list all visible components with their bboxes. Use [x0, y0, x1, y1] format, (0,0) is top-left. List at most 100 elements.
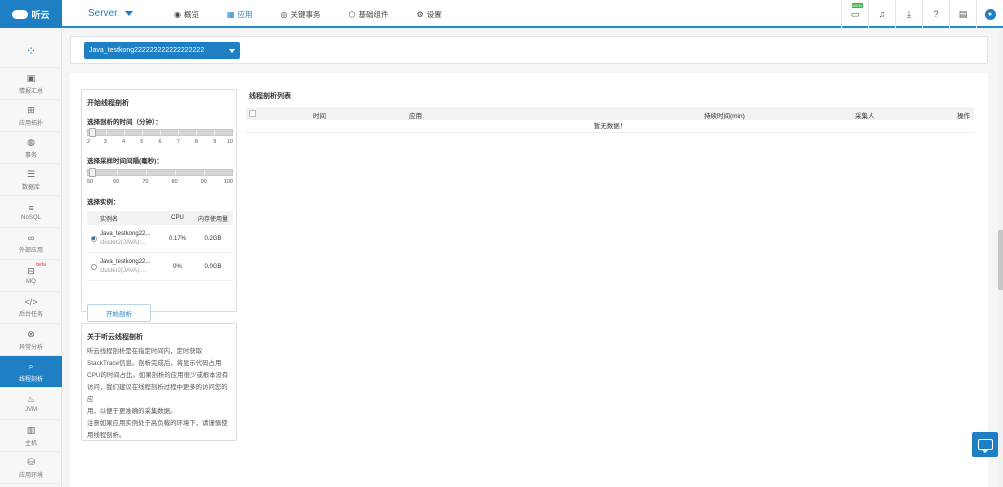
- nav-components[interactable]: ⬡ 基础组件: [335, 0, 403, 28]
- about-title: 关于听云线程剖析: [87, 334, 143, 341]
- mq-icon: ⊟ beta: [27, 262, 46, 276]
- sidebar-item-label: NoSQL: [21, 214, 41, 221]
- server-selector[interactable]: Server: [88, 8, 134, 19]
- sidebar-item-external[interactable]: ∞ 外部应用: [0, 228, 62, 260]
- sidebar-item-database[interactable]: ☰ 数据库: [0, 164, 62, 196]
- instance-cpu: 0.17%: [168, 235, 186, 242]
- nav-overview[interactable]: ◉ 概览: [160, 0, 213, 28]
- sidebar-item-label: 应用拓扑: [18, 120, 43, 127]
- interval-slider-handle[interactable]: [89, 168, 96, 177]
- document-icon: ▤: [958, 8, 968, 19]
- duration-label: 选择剖析的时间（分钟）：: [87, 119, 162, 126]
- interval-slider[interactable]: [87, 168, 233, 177]
- help-icon: ?: [933, 9, 939, 19]
- duration-ticks: 2 3 4 5 6 7 8 9 10: [87, 139, 233, 145]
- table-row[interactable]: Java_testkong22... cluster2(JAVA):... 0.1…: [87, 225, 233, 253]
- col-time: 时间: [313, 113, 326, 120]
- col-instance-name: 实例名: [100, 216, 119, 223]
- monitor-new-button[interactable]: ▭ NEW: [841, 0, 868, 28]
- apps-grid-icon: ⁘: [25, 43, 37, 58]
- sidebar-item-environment[interactable]: ⛁ 应用环境: [0, 452, 62, 484]
- sidebar-item-host[interactable]: ▥ 主机: [0, 420, 62, 452]
- nav-label: 概览: [183, 9, 199, 19]
- instance-cpu: 0%: [173, 263, 182, 270]
- brand-logo[interactable]: 听云: [0, 0, 62, 28]
- main-nav: ◉ 概览 ▦ 应用 ◎ 关键事务 ⬡ 基础组件 ⚙ 设置: [160, 0, 456, 28]
- code-icon: </>: [24, 297, 38, 307]
- nav-settings[interactable]: ⚙ 设置: [403, 0, 456, 28]
- top-bar: 听云 Server ◉ 概览 ▦ 应用 ◎ 关键事务 ⬡ 基础组件 ⚙ 设置 ▭…: [0, 0, 1003, 28]
- sidebar-item-label: 异常分析: [18, 344, 43, 351]
- instance-name: Java_testkong22...: [100, 230, 151, 237]
- sidebar-item-label: 主机: [24, 440, 37, 447]
- instance-cluster: cluster2(JAVA):...: [100, 267, 146, 274]
- app-select-value: Java_testkong222222222222222222: [89, 47, 205, 54]
- chat-button[interactable]: [972, 432, 998, 457]
- top-right-icons: ▭ NEW ♫ ⤓ ? ▤ ●: [841, 0, 1003, 28]
- beta-badge: beta: [36, 262, 46, 268]
- link-icon: ∞: [27, 233, 35, 243]
- instance-radio[interactable]: [90, 263, 97, 270]
- app-select[interactable]: Java_testkong222222222222222222: [84, 42, 240, 59]
- sidebar-apps-grid[interactable]: ⁘: [0, 36, 62, 68]
- database-icon: ☰: [26, 168, 36, 179]
- nav-label: 应用: [237, 9, 253, 19]
- instance-cluster: cluster2(JAVA):...: [100, 239, 146, 246]
- sidebar-item-jvm[interactable]: ♨ JVM: [0, 388, 62, 420]
- duration-slider-handle[interactable]: [89, 128, 96, 137]
- nav-label: 基础组件: [358, 9, 389, 19]
- summary-icon: ▣: [26, 72, 36, 83]
- sidebar-item-nosql[interactable]: ≡ NoSQL: [0, 196, 62, 228]
- environment-icon: ⛁: [27, 456, 35, 467]
- nav-key-transactions[interactable]: ◎ 关键事务: [267, 0, 335, 28]
- chevron-down-icon: [125, 11, 134, 16]
- about-text: 听云线程剖析是在指定时间内，定时获取 StackTrace信息。剖析完成后，将显…: [87, 348, 229, 439]
- sidebar-item-errors[interactable]: ⊗ 异常分析: [0, 324, 62, 356]
- start-profiling-button[interactable]: 开始剖析: [87, 304, 151, 322]
- sidebar-item-transactions[interactable]: ◍ 事务: [0, 132, 62, 164]
- duration-slider[interactable]: [87, 128, 233, 137]
- instance-label: 选择实例：: [87, 199, 120, 206]
- sidebar-item-summary[interactable]: ▣ 情报汇总: [0, 68, 62, 100]
- sidebar-item-label: 数据库: [21, 184, 40, 191]
- table-header: 实例名 CPU 内存使用量: [87, 211, 233, 225]
- table-header: 时间 应用 持续时间(min) 采集人 操作: [246, 107, 974, 120]
- about-panel: 关于听云线程剖析 听云线程剖析是在指定时间内，定时获取 StackTrace信息…: [81, 323, 237, 441]
- sidebar-item-thread-profiling[interactable]: ⌕ 线程剖析: [0, 356, 62, 388]
- nav-apps[interactable]: ▦ 应用: [213, 0, 267, 28]
- sidebar-item-label: 线程剖析: [18, 376, 43, 383]
- sidebar-item-label: 事务: [24, 152, 37, 159]
- page-scrollbar[interactable]: [998, 30, 1003, 487]
- sidebar-item-background-tasks[interactable]: </> 后台任务: [0, 292, 62, 324]
- panel-title: 开始线程剖析: [87, 100, 129, 107]
- cloud-logo-icon: [12, 9, 29, 19]
- error-icon: ⊗: [27, 328, 35, 339]
- download-button[interactable]: ⤓: [895, 0, 922, 28]
- sidebar-item-topology[interactable]: ⊞ 应用拓扑: [0, 100, 62, 132]
- select-all-checkbox[interactable]: [249, 110, 256, 117]
- sidebar: ⁘ ▣ 情报汇总 ⊞ 应用拓扑 ◍ 事务 ☰ 数据库 ≡ NoSQL ∞ 外部应用 ⊟ bet…: [0, 30, 62, 487]
- interval-label: 选择采样时间间隔(毫秒)：: [87, 158, 163, 165]
- user-menu-button[interactable]: ●: [976, 0, 1003, 28]
- instance-radio[interactable]: [90, 235, 97, 242]
- gear-icon: ⚙: [416, 9, 424, 19]
- table-row[interactable]: Java_testkong22... cluster2(JAVA):... 0% …: [87, 253, 233, 281]
- brand-logo-text: 听云: [31, 9, 50, 20]
- sidebar-item-label: MQ: [26, 279, 36, 285]
- col-actions: 操作: [957, 113, 970, 120]
- download-icon: ⤓: [907, 8, 911, 19]
- col-memory: 内存使用量: [197, 216, 228, 223]
- nav-label: 关键事务: [290, 9, 321, 19]
- sidebar-item-label: 情报汇总: [18, 88, 43, 95]
- cube-icon: ⬡: [348, 9, 356, 19]
- interval-ticks: 50 60 70 80 90 100: [87, 179, 233, 185]
- app-selector-bar: Java_testkong222222222222222222: [70, 36, 988, 64]
- instance-name: Java_testkong22...: [100, 258, 151, 265]
- notifications-button[interactable]: ♫: [868, 0, 895, 28]
- sidebar-item-mq[interactable]: ⊟ beta MQ: [0, 260, 62, 292]
- help-button[interactable]: ?: [922, 0, 949, 28]
- document-button[interactable]: ▤: [949, 0, 976, 28]
- scrollbar-thumb[interactable]: [998, 230, 1003, 290]
- profile-list-title: 线程剖析列表: [249, 93, 291, 100]
- col-duration: 持续时间(min): [704, 113, 745, 120]
